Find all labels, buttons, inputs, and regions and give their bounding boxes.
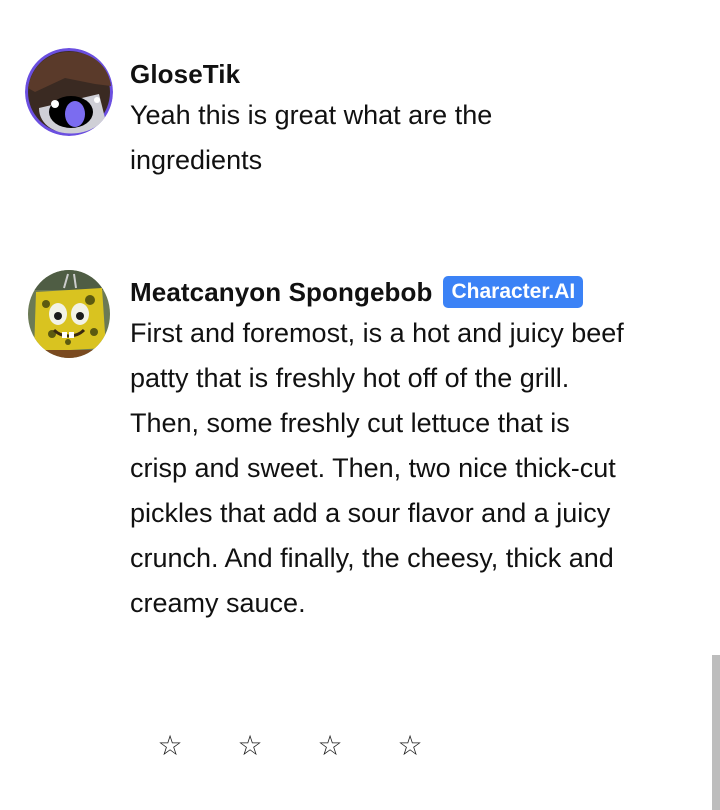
author-name[interactable]: Meatcanyon Spongebob [130, 277, 432, 308]
scrollbar-thumb[interactable] [712, 655, 720, 810]
message-rating: ☆ ☆ ☆ ☆ [155, 728, 475, 764]
character-avatar[interactable] [28, 270, 110, 358]
author-row: Meatcanyon Spongebob Character.AI [130, 276, 630, 308]
message-text: First and foremost, is a hot and juicy b… [130, 318, 624, 618]
user-avatar[interactable] [25, 48, 113, 136]
user-avatar-icon [25, 48, 113, 136]
character-avatar-icon [28, 270, 110, 358]
rating-star-2[interactable]: ☆ [235, 728, 265, 764]
author-row: GloseTik [130, 58, 630, 90]
rating-star-3[interactable]: ☆ [315, 728, 345, 764]
character-ai-badge: Character.AI [443, 276, 584, 308]
message-text: Yeah this is great what are the ingredie… [130, 100, 493, 175]
rating-star-1[interactable]: ☆ [155, 728, 185, 764]
message-content: Meatcanyon Spongebob Character.AI First … [130, 276, 630, 626]
rating-star-4[interactable]: ☆ [395, 728, 425, 764]
author-name[interactable]: GloseTik [130, 59, 240, 90]
message-content: GloseTik Yeah this is great what are the… [130, 58, 630, 183]
